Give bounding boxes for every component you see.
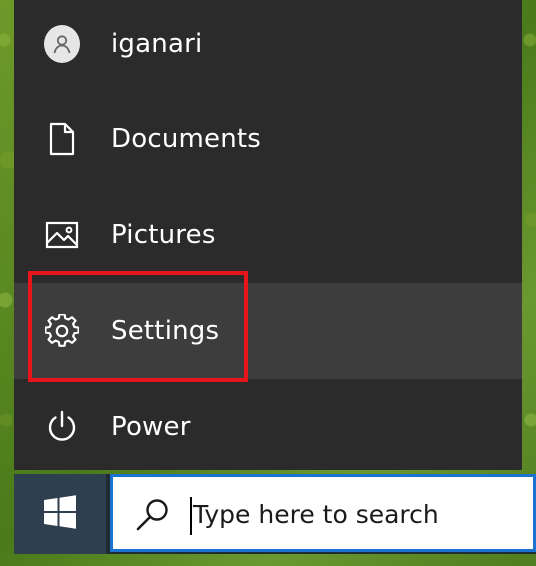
windows-logo-icon — [43, 495, 77, 533]
user-name-label: iganari — [111, 29, 203, 59]
document-icon — [44, 121, 80, 157]
pictures-label: Pictures — [111, 220, 216, 250]
start-menu: iganari Documents Pictures Settings Powe… — [14, 0, 522, 470]
settings-highlight-box — [28, 271, 248, 382]
search-icon — [135, 497, 171, 533]
start-menu-documents[interactable]: Documents — [14, 91, 522, 187]
start-button[interactable] — [14, 474, 106, 554]
search-placeholder: Type here to search — [193, 500, 439, 529]
power-label: Power — [111, 412, 191, 442]
pictures-icon — [44, 217, 80, 253]
taskbar-search-box[interactable]: Type here to search — [110, 474, 536, 552]
documents-label: Documents — [111, 124, 262, 154]
user-avatar-icon — [44, 25, 80, 63]
start-menu-power[interactable]: Power — [14, 379, 522, 475]
power-icon — [44, 409, 80, 445]
start-menu-pictures[interactable]: Pictures — [14, 187, 522, 283]
start-menu-user[interactable]: iganari — [14, 0, 522, 92]
text-caret — [190, 497, 192, 535]
